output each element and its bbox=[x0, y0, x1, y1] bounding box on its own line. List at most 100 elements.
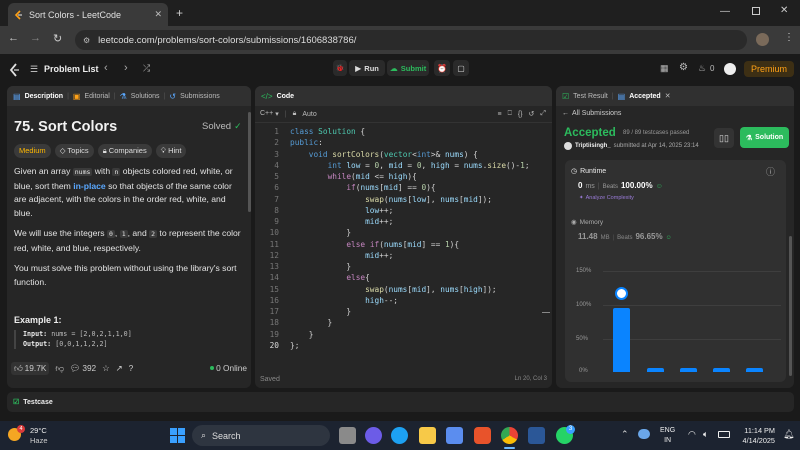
distribution-bar[interactable] bbox=[746, 368, 763, 372]
topics-tag[interactable]: ◇ Topics bbox=[54, 144, 94, 158]
weather-widget[interactable]: 4 29°C Haze bbox=[8, 425, 68, 446]
settings-gear-icon[interactable]: ⚙ bbox=[679, 62, 688, 73]
solution-button[interactable]: ⚗ Solution bbox=[740, 127, 789, 148]
braces-icon[interactable]: {} bbox=[518, 111, 523, 118]
minimize-icon[interactable]: — bbox=[720, 6, 730, 17]
layout-grid-icon[interactable]: ▦ bbox=[660, 63, 669, 74]
user-distribution-bar[interactable] bbox=[613, 308, 630, 372]
tab-editorial[interactable]: Editorial bbox=[84, 93, 109, 100]
volume-icon[interactable]: 🔈︎ bbox=[703, 429, 708, 440]
code-editor[interactable]: 1 class Solution {2 public: 3 void sortColo… bbox=[255, 127, 552, 359]
companies-tag[interactable]: 🔒︎ Companies bbox=[97, 144, 152, 158]
tab-accepted[interactable]: Accepted bbox=[629, 93, 661, 100]
prev-problem-icon[interactable]: ‹ bbox=[104, 62, 108, 74]
code-line[interactable]: 2 public: bbox=[255, 138, 551, 149]
show-hidden-icons[interactable]: ⌃ bbox=[621, 429, 629, 440]
language-indicator[interactable]: ENG IN bbox=[660, 426, 675, 446]
submit-button[interactable]: ☁ Submit bbox=[387, 60, 429, 76]
code-line[interactable]: 19 } bbox=[255, 330, 551, 341]
info-icon[interactable]: ⓘ bbox=[766, 165, 775, 178]
hint-tag[interactable]: 💡︎ Hint bbox=[155, 144, 187, 158]
new-tab-icon[interactable]: + bbox=[176, 6, 183, 20]
code-line[interactable]: 13 } bbox=[255, 262, 551, 273]
meet-app-icon[interactable] bbox=[365, 427, 382, 444]
testcase-bar[interactable]: ☑ Testcase bbox=[7, 392, 794, 412]
code-line[interactable]: 14 else{ bbox=[255, 273, 551, 284]
brave-browser-icon[interactable] bbox=[474, 427, 491, 444]
share-icon[interactable]: ↗ bbox=[116, 363, 123, 373]
tab-solutions[interactable]: Solutions bbox=[131, 93, 160, 100]
tab-submissions[interactable]: Submissions bbox=[180, 93, 220, 100]
distribution-bar[interactable] bbox=[680, 368, 697, 372]
code-line[interactable]: 16 high--; bbox=[255, 296, 551, 307]
user-avatar[interactable] bbox=[724, 63, 736, 75]
tab-description[interactable]: Description bbox=[25, 93, 64, 100]
problem-title[interactable]: 75. Sort Colors bbox=[14, 119, 117, 135]
editorial-button[interactable]: ▯▯ bbox=[714, 128, 734, 148]
chrome-browser-icon[interactable] bbox=[501, 427, 518, 444]
leetcode-logo-icon[interactable] bbox=[9, 63, 20, 77]
tab-test-result[interactable]: Test Result bbox=[573, 93, 608, 100]
code-line[interactable]: 18 } bbox=[255, 318, 551, 329]
code-line[interactable]: 10 } bbox=[255, 228, 551, 239]
file-explorer-icon[interactable] bbox=[419, 427, 436, 444]
site-info-icon[interactable]: ⚙ bbox=[83, 36, 90, 45]
username[interactable]: Triptiisingh_ bbox=[575, 143, 611, 149]
auto-mode[interactable]: Auto bbox=[302, 111, 316, 118]
language-select[interactable]: C++ ▾ bbox=[260, 110, 279, 118]
reset-icon[interactable]: ↺ bbox=[529, 110, 535, 118]
analyze-complexity-link[interactable]: ✦ Analyze Complexity bbox=[579, 195, 634, 201]
code-line[interactable]: 12 mid++; bbox=[255, 251, 551, 262]
windows-start-icon[interactable] bbox=[170, 428, 185, 443]
code-line[interactable]: 5 while(mid <= high){ bbox=[255, 172, 551, 183]
taskbar-search[interactable]: ⌕ Search bbox=[192, 425, 330, 446]
forward-icon[interactable]: → bbox=[30, 32, 41, 44]
battery-icon[interactable] bbox=[718, 431, 730, 438]
store-icon[interactable] bbox=[446, 427, 463, 444]
address-bar[interactable]: ⚙ leetcode.com/problems/sort-colors/subm… bbox=[75, 30, 747, 50]
code-line[interactable]: 1 class Solution { bbox=[255, 127, 551, 138]
editor-scroll-marker[interactable] bbox=[542, 312, 550, 313]
format-icon[interactable]: ≡ bbox=[498, 111, 502, 118]
description-scrollbar[interactable] bbox=[248, 112, 251, 212]
premium-button[interactable]: Premium bbox=[744, 61, 794, 77]
star-icon[interactable]: ☆ bbox=[102, 363, 109, 373]
debug-button[interactable]: 🐞 bbox=[333, 60, 347, 76]
code-line[interactable]: 15 swap(nums[mid], nums[high]); bbox=[255, 285, 551, 296]
edge-browser-icon[interactable] bbox=[391, 427, 408, 444]
reload-icon[interactable]: ↻ bbox=[53, 32, 62, 45]
code-line[interactable]: 20}; bbox=[255, 341, 551, 352]
close-tab-icon[interactable]: ✕ bbox=[154, 9, 162, 20]
result-scrollbar[interactable] bbox=[789, 236, 792, 376]
browser-tab[interactable]: Sort Colors - LeetCode ✕ bbox=[8, 3, 168, 26]
profile-avatar[interactable] bbox=[756, 33, 769, 46]
code-line[interactable]: 9 mid++; bbox=[255, 217, 551, 228]
code-line[interactable]: 17 } bbox=[255, 307, 551, 318]
distribution-bar[interactable] bbox=[647, 368, 664, 372]
close-tab-icon[interactable]: ✕ bbox=[665, 92, 671, 100]
notes-button[interactable]: ▢ bbox=[453, 60, 469, 76]
timer-button[interactable]: ⏰ bbox=[434, 60, 450, 76]
shuffle-icon[interactable]: ⤮ bbox=[143, 63, 150, 74]
code-line[interactable]: 4 int low = 0, mid = 0, high = nums.size… bbox=[255, 161, 551, 172]
run-button[interactable]: ▶ Run bbox=[349, 60, 385, 76]
task-view-icon[interactable] bbox=[339, 427, 356, 444]
problem-list-link[interactable]: Problem List bbox=[44, 64, 99, 74]
help-icon[interactable]: ? bbox=[129, 363, 134, 373]
fullscreen-icon[interactable]: ⤢ bbox=[540, 110, 546, 118]
like-button[interactable]: 👍︎ 19.7K bbox=[11, 361, 50, 375]
code-line[interactable]: 7 swap(nums[low], nums[mid]); bbox=[255, 195, 551, 206]
thumbs-down-icon[interactable]: 👎︎ bbox=[55, 363, 63, 374]
in-place-link[interactable]: in-place bbox=[73, 181, 105, 191]
close-window-icon[interactable]: ✕ bbox=[780, 5, 788, 16]
back-to-submissions[interactable]: ← All Submissions bbox=[562, 110, 621, 117]
distribution-bar[interactable] bbox=[713, 368, 730, 372]
comments-button[interactable]: 💬︎ 392 bbox=[70, 363, 96, 374]
streak-fire-icon[interactable]: ♨ bbox=[698, 63, 706, 74]
word-app-icon[interactable] bbox=[528, 427, 545, 444]
clock[interactable]: 11:14 PM 4/14/2025 bbox=[737, 426, 775, 446]
next-problem-icon[interactable]: › bbox=[124, 62, 128, 74]
code-line[interactable]: 8 low++; bbox=[255, 206, 551, 217]
code-line[interactable]: 3 void sortColors(vector<int>& nums) { bbox=[255, 150, 551, 161]
code-line[interactable]: 6 if(nums[mid] == 0){ bbox=[255, 183, 551, 194]
